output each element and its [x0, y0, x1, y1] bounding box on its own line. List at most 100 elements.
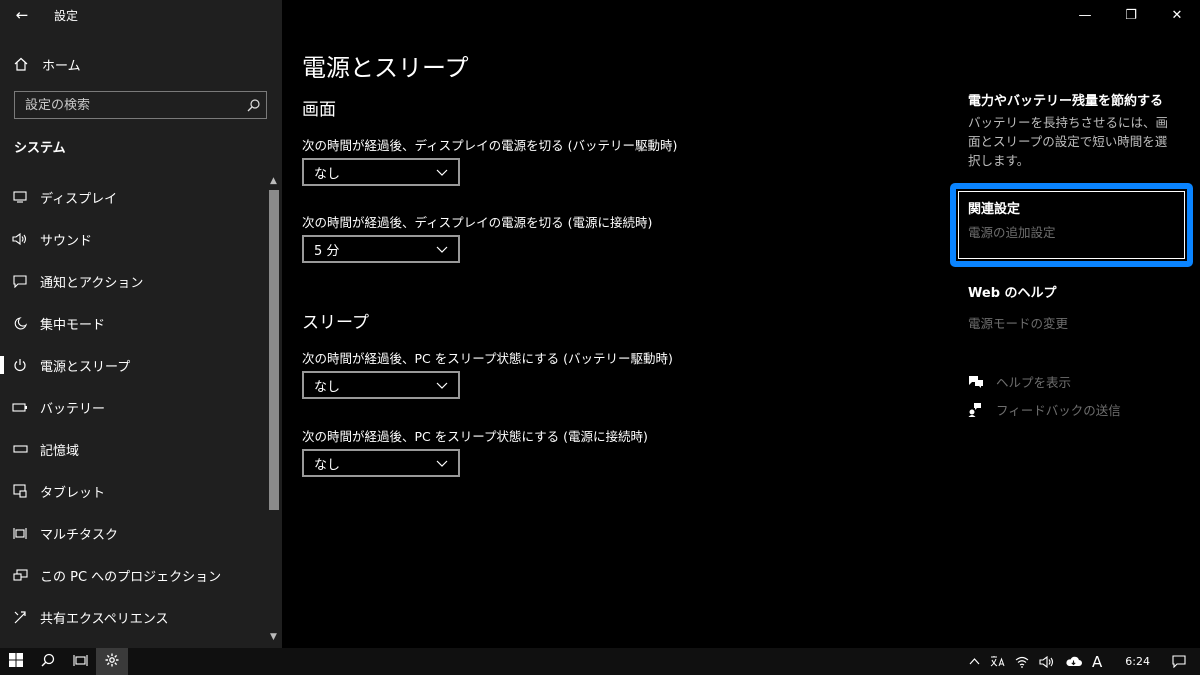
scroll-up-icon[interactable]: ▲ [270, 176, 277, 186]
sidebar-item-label: 通知とアクション [40, 275, 144, 291]
language-icon[interactable] [985, 655, 1010, 668]
chevron-down-icon [436, 456, 448, 471]
nav-home[interactable]: ホーム [0, 50, 282, 78]
nav-home-label: ホーム [42, 58, 81, 74]
sleep-plugged-label: 次の時間が経過後、PC をスリープ状態にする (電源に接続時) [302, 429, 648, 444]
dropdown-value: なし [314, 166, 341, 182]
taskbar: A 6:24 [0, 648, 1200, 675]
search-input[interactable] [15, 97, 240, 113]
dropdown-value: なし [314, 379, 341, 395]
tablet-icon [0, 484, 40, 498]
restore-button[interactable]: ❐ [1108, 0, 1154, 30]
shared-icon [0, 610, 40, 624]
chevron-down-icon [436, 165, 448, 180]
sidebar-item-label: この PC へのプロジェクション [40, 569, 222, 585]
sidebar-item-battery[interactable]: バッテリー [0, 386, 270, 428]
sidebar-nav: ディスプレイ サウンド 通知とアクション 集中モード 電源とスリープ バッテリー… [0, 176, 270, 638]
screen-plugged-label: 次の時間が経過後、ディスプレイの電源を切る (電源に接続時) [302, 215, 653, 230]
web-help-title: Web のヘルプ [968, 286, 1057, 301]
sidebar-item-label: タブレット [40, 485, 106, 501]
window-controls: — ❐ ✕ [1062, 0, 1200, 30]
sidebar-item-label: 記憶域 [40, 443, 80, 459]
sound-icon [0, 233, 40, 245]
dropdown-value: 5 分 [314, 243, 340, 259]
sidebar-item-label: マルチタスク [40, 527, 119, 543]
sidebar: ← 設定 ホーム システム ディスプレイ サウンド 通知とアクション 集中モード [0, 0, 282, 648]
close-button[interactable]: ✕ [1154, 0, 1200, 30]
minimize-button[interactable]: — [1062, 0, 1108, 30]
help-chat-icon [968, 375, 996, 389]
battery-icon [0, 402, 40, 412]
windows-icon [9, 652, 23, 671]
sidebar-item-label: サウンド [40, 233, 93, 249]
sidebar-item-multitask[interactable]: マルチタスク [0, 512, 270, 554]
chevron-down-icon [436, 378, 448, 393]
power-mode-link[interactable]: 電源モードの変更 [968, 313, 1068, 332]
related-settings-title: 関連設定 [968, 202, 1021, 217]
sidebar-item-label: 共有エクスペリエンス [40, 611, 169, 627]
sidebar-item-shared[interactable]: 共有エクスペリエンス [0, 596, 270, 638]
clock[interactable]: 6:24 [1107, 655, 1168, 668]
sidebar-item-power[interactable]: 電源とスリープ [0, 344, 270, 386]
save-power-title: 電力やバッテリー残量を節約する [968, 94, 1164, 109]
screen-heading: 画面 [302, 100, 336, 120]
onedrive-icon[interactable] [1060, 656, 1087, 667]
task-view-button[interactable] [64, 648, 96, 675]
projection-icon [0, 568, 40, 582]
sleep-plugged-dropdown[interactable]: なし [302, 449, 460, 477]
task-view-icon [72, 652, 88, 671]
sidebar-item-label: バッテリー [40, 401, 106, 417]
feedback-icon [968, 402, 996, 417]
action-center-icon[interactable] [1168, 655, 1200, 668]
sidebar-item-label: ディスプレイ [40, 191, 118, 207]
sidebar-item-sound[interactable]: サウンド [0, 218, 270, 260]
send-feedback-label: フィードバックの送信 [996, 403, 1121, 418]
title-bar: ← 設定 [0, 0, 282, 30]
sidebar-item-projection[interactable]: この PC へのプロジェクション [0, 554, 270, 596]
back-button[interactable]: ← [0, 0, 44, 30]
page-title: 電源とスリープ [302, 54, 469, 82]
screen-battery-dropdown[interactable]: なし [302, 158, 460, 186]
search-icon[interactable] [240, 92, 266, 118]
additional-power-settings-link[interactable]: 電源の追加設定 [968, 222, 1056, 241]
show-help-link[interactable]: ヘルプを表示 [968, 372, 1071, 391]
send-feedback-link[interactable]: フィードバックの送信 [968, 400, 1121, 419]
scroll-down-icon[interactable]: ▼ [270, 632, 277, 642]
power-icon [0, 358, 40, 372]
scrollbar-thumb[interactable] [269, 190, 279, 510]
storage-icon [0, 445, 40, 453]
app-title: 設定 [54, 8, 79, 23]
notification-icon [0, 274, 40, 288]
dropdown-value: なし [314, 457, 341, 473]
sidebar-item-label: 電源とスリープ [40, 359, 131, 375]
screen-battery-label: 次の時間が経過後、ディスプレイの電源を切る (バッテリー駆動時) [302, 138, 678, 153]
taskbar-search-button[interactable] [32, 648, 64, 675]
sidebar-item-notifications[interactable]: 通知とアクション [0, 260, 270, 302]
system-tray: A 6:24 [964, 648, 1200, 675]
ime-indicator[interactable]: A [1087, 653, 1107, 671]
sleep-battery-dropdown[interactable]: なし [302, 371, 460, 399]
sidebar-item-focus[interactable]: 集中モード [0, 302, 270, 344]
sidebar-item-label: 集中モード [40, 317, 106, 333]
sidebar-section-title: システム [14, 141, 66, 156]
settings-taskbar-button[interactable] [96, 648, 128, 675]
moon-icon [0, 316, 40, 330]
home-icon [0, 57, 42, 71]
start-button[interactable] [0, 648, 32, 675]
sleep-heading: スリープ [302, 313, 369, 333]
volume-icon[interactable] [1034, 655, 1060, 668]
search-icon [41, 652, 55, 671]
show-help-label: ヘルプを表示 [996, 375, 1072, 390]
gear-icon [105, 652, 119, 671]
save-power-text: バッテリーを長持ちさせるには、画面とスリープの設定で短い時間を選択します。 [968, 115, 1169, 168]
wifi-icon[interactable] [1010, 656, 1034, 668]
chevron-down-icon [436, 242, 448, 257]
multitask-icon [0, 527, 40, 540]
search-box[interactable] [14, 91, 267, 119]
screen-plugged-dropdown[interactable]: 5 分 [302, 235, 460, 263]
sidebar-item-tablet[interactable]: タブレット [0, 470, 270, 512]
display-icon [0, 191, 40, 203]
chevron-up-icon[interactable] [964, 658, 985, 665]
sidebar-item-storage[interactable]: 記憶域 [0, 428, 270, 470]
sidebar-item-display[interactable]: ディスプレイ [0, 176, 270, 218]
